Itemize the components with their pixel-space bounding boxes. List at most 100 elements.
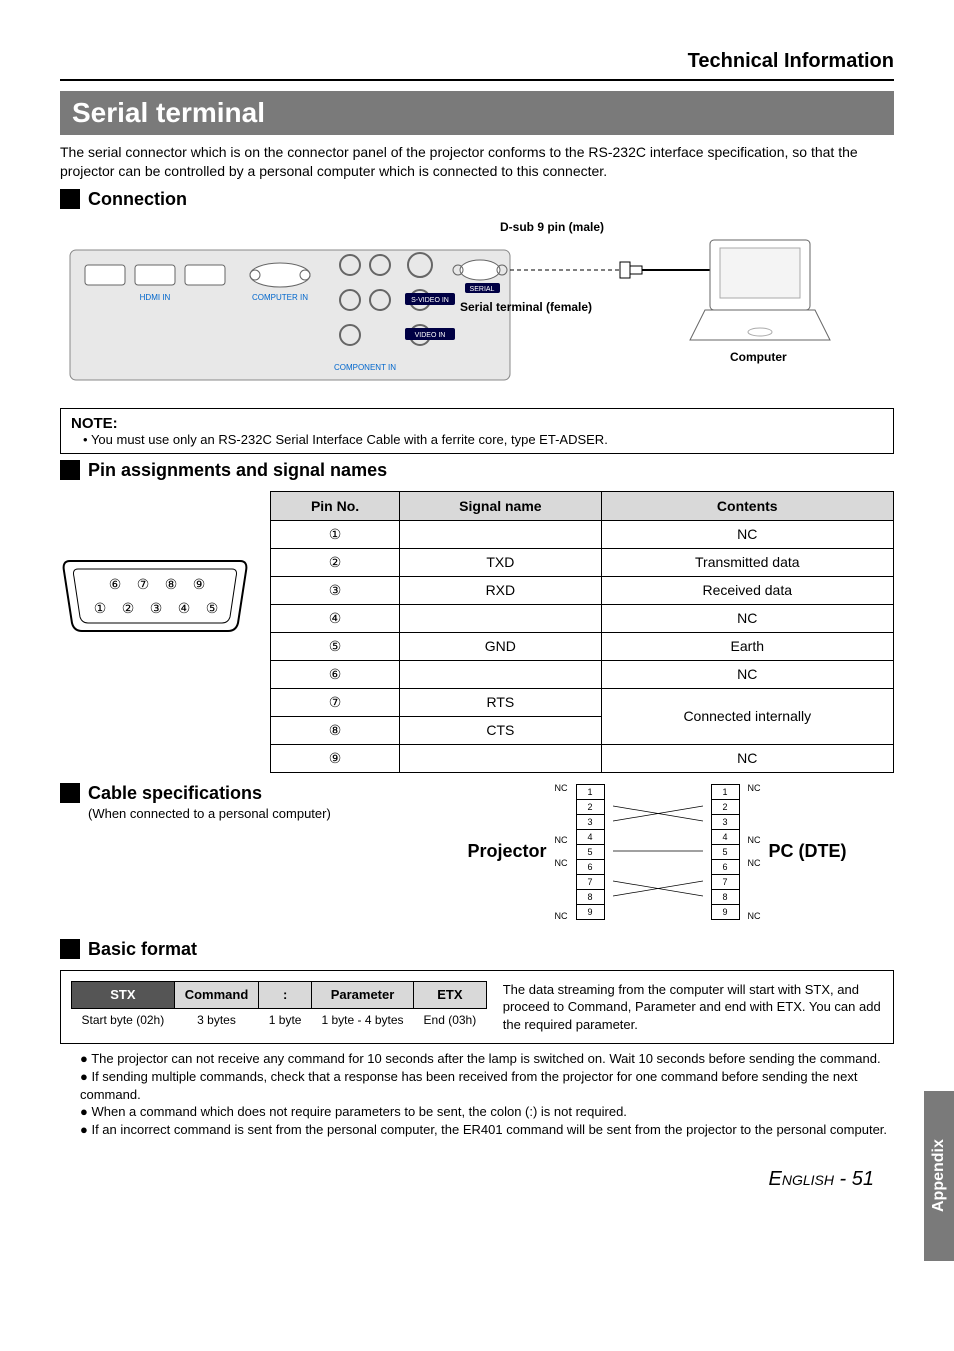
- pin-num: 3: [576, 814, 604, 829]
- bullet-square-icon: [60, 189, 80, 209]
- signal-cell: GND: [400, 632, 601, 660]
- bullet-item: When a command which does not require pa…: [80, 1103, 894, 1121]
- signal-cell: RTS: [400, 688, 601, 716]
- nc-label: NC: [748, 835, 761, 845]
- signal-cell: CTS: [400, 716, 601, 744]
- pin-num: 4: [576, 829, 604, 844]
- format-desc: The data streaming from the computer wil…: [503, 981, 883, 1034]
- pc-label: PC (DTE): [769, 841, 847, 862]
- command-header: Command: [174, 981, 259, 1008]
- svg-text:COMPONENT IN: COMPONENT IN: [334, 363, 396, 372]
- etx-header: ETX: [414, 981, 487, 1008]
- pin-num: 2: [576, 799, 604, 814]
- contents-cell: Earth: [601, 632, 893, 660]
- svg-text:VIDEO IN: VIDEO IN: [415, 332, 446, 339]
- parameter-val: 1 byte - 4 bytes: [311, 1008, 413, 1033]
- signal-col-header: Signal name: [400, 491, 601, 520]
- contents-cell: Connected internally: [601, 688, 893, 744]
- pc-pinbox: 1 2 3 4 5 6 7 8 9: [711, 784, 740, 920]
- pin-num: 2: [711, 799, 739, 814]
- signal-cell: [400, 520, 601, 548]
- pin-num: 6: [576, 859, 604, 874]
- nc-label: NC: [748, 783, 761, 793]
- format-heading: Basic format: [60, 939, 894, 960]
- signal-cell: [400, 744, 601, 772]
- svg-text:SERIAL: SERIAL: [470, 286, 495, 293]
- svg-text:⑥: ⑥: [109, 576, 122, 592]
- svg-text:③: ③: [150, 600, 163, 616]
- stx-header: STX: [72, 981, 175, 1008]
- pin-cell: ④: [271, 604, 400, 632]
- nc-label: NC: [555, 858, 568, 868]
- cable-heading-text: Cable specifications: [88, 783, 262, 804]
- contents-cell: NC: [601, 520, 893, 548]
- etx-val: End (03h): [414, 1008, 487, 1033]
- pin-num: 1: [711, 784, 739, 799]
- serial-terminal-label: Serial terminal (female): [460, 300, 592, 314]
- pin-cell: ⑧: [271, 716, 400, 744]
- projector-label: Projector: [467, 841, 546, 862]
- note-box: NOTE: • You must use only an RS-232C Ser…: [60, 408, 894, 454]
- contents-cell: Received data: [601, 576, 893, 604]
- svg-text:④: ④: [178, 600, 191, 616]
- pin-num: 9: [576, 904, 604, 919]
- pin-num: 6: [711, 859, 739, 874]
- nc-label: NC: [748, 911, 761, 921]
- note-title: NOTE:: [71, 415, 883, 432]
- svg-text:⑤: ⑤: [206, 600, 219, 616]
- dsub-label: D-sub 9 pin (male): [500, 220, 604, 234]
- projector-pinbox: 1 2 3 4 5 6 7 8 9: [576, 784, 605, 920]
- stx-val: Start byte (02h): [72, 1008, 175, 1033]
- pin-table: Pin No. Signal name Contents ①NC ②TXDTra…: [270, 491, 894, 773]
- pin-num: 7: [576, 874, 604, 889]
- note-text-content: You must use only an RS-232C Serial Inte…: [91, 432, 608, 447]
- colon-header: :: [259, 981, 312, 1008]
- appendix-tab: Appendix: [924, 1091, 954, 1261]
- bullet-item: If sending multiple commands, check that…: [80, 1068, 894, 1103]
- pin-cell: ⑤: [271, 632, 400, 660]
- pin-num: 7: [711, 874, 739, 889]
- pin-num: 1: [576, 784, 604, 799]
- svg-text:②: ②: [122, 600, 135, 616]
- cable-heading: Cable specifications: [60, 783, 400, 804]
- svg-text:⑨: ⑨: [193, 576, 206, 592]
- page-number: English - 51: [60, 1168, 894, 1191]
- computer-label: Computer: [730, 350, 787, 364]
- intro-text: The serial connector which is on the con…: [60, 143, 894, 181]
- svg-text:⑦: ⑦: [137, 576, 150, 592]
- svg-text:COMPUTER IN: COMPUTER IN: [252, 293, 308, 302]
- signal-cell: [400, 604, 601, 632]
- pin-cell: ①: [271, 520, 400, 548]
- bullet-item: The projector can not receive any comman…: [80, 1050, 894, 1068]
- note-text: • You must use only an RS-232C Serial In…: [83, 432, 883, 447]
- section-header: Technical Information: [60, 50, 894, 81]
- pin-cell: ⑥: [271, 660, 400, 688]
- connection-heading-text: Connection: [88, 189, 187, 210]
- wiring-svg: [613, 783, 703, 921]
- pin-cell: ⑦: [271, 688, 400, 716]
- cable-diagram: Projector NC NC NC NC 1 2 3 4 5 6 7 8 9: [420, 783, 894, 921]
- pin-num: 4: [711, 829, 739, 844]
- contents-cell: NC: [601, 604, 893, 632]
- contents-cell: NC: [601, 660, 893, 688]
- pin-num: 5: [576, 844, 604, 859]
- svg-text:①: ①: [94, 600, 107, 616]
- signal-cell: TXD: [400, 548, 601, 576]
- pin-diagram: ⑥⑦⑧⑨ ①②③④⑤: [60, 551, 250, 646]
- contents-col-header: Contents: [601, 491, 893, 520]
- bullet-square-icon: [60, 939, 80, 959]
- bullet-square-icon: [60, 783, 80, 803]
- svg-text:HDMI IN: HDMI IN: [140, 293, 171, 302]
- signal-cell: RXD: [400, 576, 601, 604]
- pin-col-header: Pin No.: [271, 491, 400, 520]
- pin-num: 8: [576, 889, 604, 904]
- cable-subtext: (When connected to a personal computer): [88, 806, 400, 821]
- svg-text:⑧: ⑧: [165, 576, 178, 592]
- format-bullets: The projector can not receive any comman…: [60, 1050, 894, 1138]
- pin-heading-text: Pin assignments and signal names: [88, 460, 387, 481]
- pin-num: 8: [711, 889, 739, 904]
- pin-heading: Pin assignments and signal names: [60, 460, 894, 481]
- signal-cell: [400, 660, 601, 688]
- pin-cell: ②: [271, 548, 400, 576]
- nc-label: NC: [555, 783, 568, 793]
